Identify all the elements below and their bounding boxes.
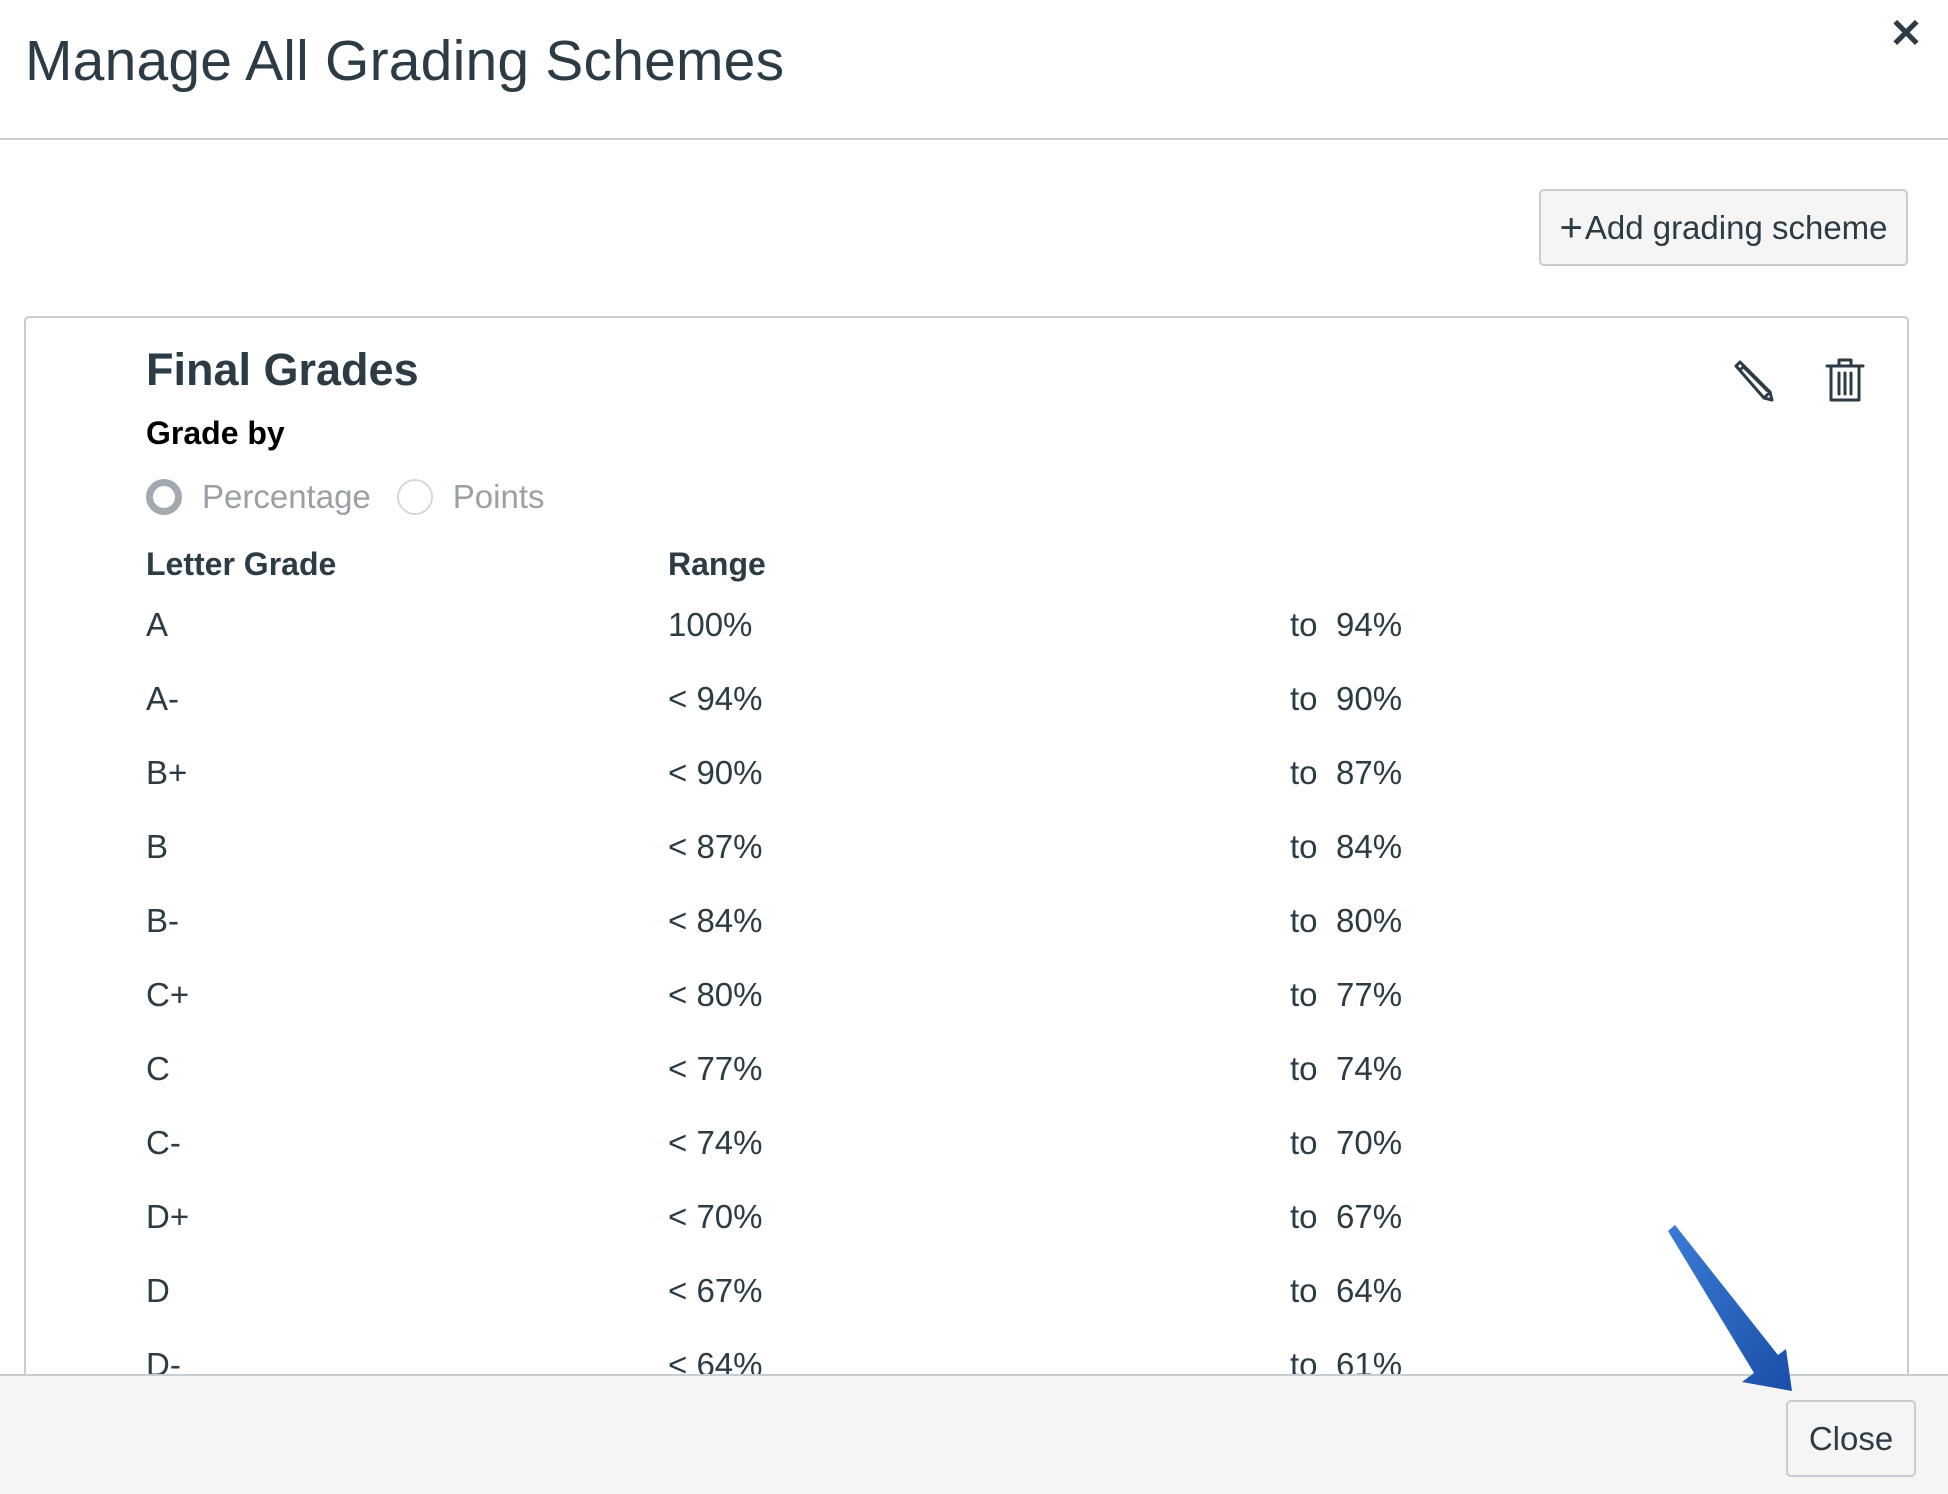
range-low: 70% [1336,1124,1403,1161]
delete-scheme-button[interactable] [1815,350,1875,410]
edit-scheme-button[interactable] [1722,350,1782,410]
range-to: to [1290,976,1318,1013]
range-low: 77% [1336,976,1403,1013]
range-to: to [1290,1124,1318,1161]
letter-grade: C+ [146,976,190,1013]
range-high: < 74% [668,1124,763,1161]
letter-grade: C [146,1050,170,1087]
modal-title: Manage All Grading Schemes [25,29,785,93]
range-high: < 90% [668,754,763,791]
letter-grade: B [146,828,169,865]
add-grading-scheme-label: Add grading scheme [1584,208,1888,246]
grade-by-options: Percentage Points [146,478,571,516]
close-icon[interactable]: ✕ [1884,12,1928,56]
range-to: to [1290,1272,1318,1309]
range-high: < 70% [668,1198,763,1235]
range-low: 67% [1336,1198,1403,1235]
letter-grade: A [146,606,169,643]
plus-icon: + [1559,205,1583,250]
grade-row: C < 77% to 74% [0,1050,1948,1110]
range-low: 90% [1336,680,1403,717]
letter-grade: D [146,1272,170,1309]
range-high: < 77% [668,1050,763,1087]
grade-row: B+ < 90% to 87% [0,754,1948,814]
add-grading-scheme-button[interactable]: + Add grading scheme [1539,189,1908,266]
grade-row: A- < 94% to 90% [0,680,1948,740]
points-label: Points [452,478,545,515]
range-to: to [1290,754,1318,791]
range-high: < 80% [668,976,763,1013]
grade-by-label: Grade by [146,415,285,451]
range-to: to [1290,606,1318,643]
range-to: to [1290,902,1318,939]
scheme-title: Final Grades [146,344,419,395]
pencil-icon [1734,360,1774,402]
range-low: 84% [1336,828,1403,865]
range-low: 74% [1336,1050,1403,1087]
range-column-header: Range [668,546,766,582]
trash-icon [1825,358,1865,402]
range-to: to [1290,680,1318,717]
range-low: 94% [1336,606,1403,643]
letter-grade: C- [146,1124,181,1161]
percentage-label: Percentage [202,478,371,515]
range-high: < 94% [668,680,763,717]
range-low: 87% [1336,754,1403,791]
close-button[interactable]: Close [1786,1400,1916,1477]
grade-row: B < 87% to 84% [0,828,1948,888]
range-to: to [1290,828,1318,865]
arrow-annotation [1668,1225,1792,1391]
points-radio[interactable] [396,479,433,515]
percentage-radio[interactable] [146,479,182,515]
range-high: < 87% [668,828,763,865]
grade-row: D+ < 70% to 67% [0,1198,1948,1258]
grade-row: A 100% to 94% [0,606,1948,666]
letter-grade: A- [146,680,179,717]
grade-row: C- < 74% to 70% [0,1124,1948,1184]
letter-grade: B+ [146,754,188,791]
range-high: < 67% [668,1272,763,1309]
range-high: 100% [668,606,753,643]
modal-header: Manage All Grading Schemes ✕ [0,0,1948,140]
letter-grade: D+ [146,1198,190,1235]
range-low: 80% [1336,902,1403,939]
range-high: < 84% [668,902,763,939]
range-to: to [1290,1050,1318,1087]
grade-row: B- < 84% to 80% [0,902,1948,962]
grade-row: C+ < 80% to 77% [0,976,1948,1036]
letter-grade-column-header: Letter Grade [146,546,337,582]
grade-row: D < 67% to 64% [0,1272,1948,1332]
modal-footer [0,1374,1948,1494]
range-to: to [1290,1198,1318,1235]
range-low: 64% [1336,1272,1403,1309]
letter-grade: B- [146,902,179,939]
